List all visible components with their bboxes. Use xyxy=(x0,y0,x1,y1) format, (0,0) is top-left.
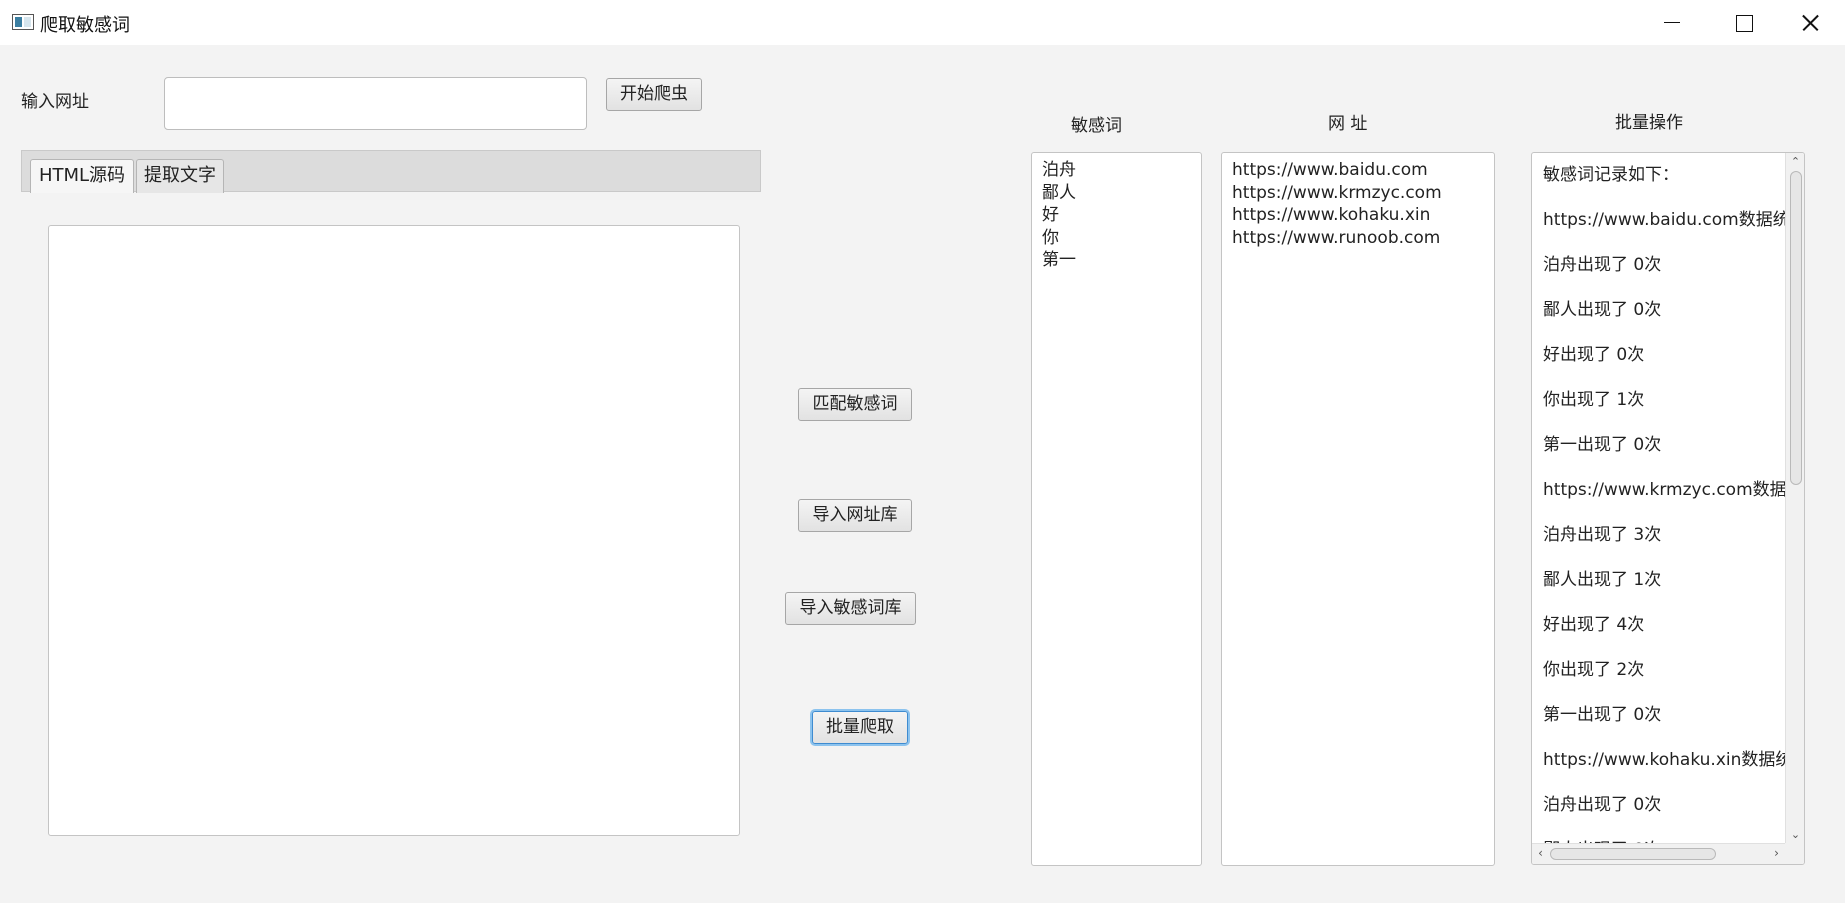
horizontal-scrollbar[interactable]: ‹ › xyxy=(1532,843,1785,864)
record-line: 鄙人出现了 0次 xyxy=(1543,835,1661,843)
records-content: 敏感词记录如下： https://www.baidu.com数据统计 泊舟出现了… xyxy=(1532,153,1785,843)
window-title: 爬取敏感词 xyxy=(40,15,130,36)
list-item[interactable]: 鄙人 xyxy=(1032,182,1201,205)
record-line: 你出现了 1次 xyxy=(1543,390,1645,410)
record-line: 泊舟出现了 0次 xyxy=(1543,795,1662,815)
url-input[interactable] xyxy=(164,77,587,130)
vertical-scroll-thumb[interactable] xyxy=(1790,171,1802,485)
minimize-button[interactable] xyxy=(1635,0,1707,45)
batch-column-header: 批量操作 xyxy=(1615,113,1683,133)
scroll-left-icon[interactable]: ‹ xyxy=(1535,847,1546,859)
scroll-down-icon[interactable]: ⌄ xyxy=(1790,829,1801,840)
record-line: 鄙人出现了 0次 xyxy=(1543,300,1662,320)
record-line: 鄙人出现了 1次 xyxy=(1543,570,1662,590)
urls-list[interactable]: https://www.baidu.com https://www.krmzyc… xyxy=(1221,152,1495,866)
app-icon xyxy=(12,14,34,30)
record-line: 好出现了 0次 xyxy=(1543,345,1645,365)
record-line: https://www.krmzyc.com数据统计 xyxy=(1543,480,1785,500)
record-line: 好出现了 4次 xyxy=(1543,615,1645,635)
horizontal-scroll-thumb[interactable] xyxy=(1550,848,1716,860)
record-line: 第一出现了 0次 xyxy=(1543,435,1662,455)
scroll-right-icon[interactable]: › xyxy=(1771,847,1782,859)
record-line: 泊舟出现了 0次 xyxy=(1543,255,1662,275)
list-item[interactable]: 第一 xyxy=(1032,249,1201,272)
match-words-button[interactable]: 匹配敏感词 xyxy=(798,388,912,421)
scrollbar-corner xyxy=(1785,843,1804,864)
tab-extract-text[interactable]: 提取文字 xyxy=(136,159,224,193)
title-bar: 爬取敏感词 xyxy=(0,0,1845,45)
app-window: 爬取敏感词 输入网址 开始爬虫 HTML源码 提取文字 匹配敏感词 导入网址库 … xyxy=(0,0,1845,903)
record-line: 第一出现了 0次 xyxy=(1543,705,1662,725)
list-item[interactable]: 你 xyxy=(1032,227,1201,250)
vertical-scrollbar[interactable]: ⌃ ⌄ xyxy=(1785,153,1804,843)
scroll-up-icon[interactable]: ⌃ xyxy=(1790,156,1801,167)
words-list[interactable]: 泊舟 鄙人 好 你 第一 xyxy=(1031,152,1202,866)
url-input-label: 输入网址 xyxy=(21,92,89,112)
start-crawl-button[interactable]: 开始爬虫 xyxy=(606,78,702,111)
record-line: https://www.kohaku.xin数据统计 xyxy=(1543,750,1785,770)
batch-crawl-button[interactable]: 批量爬取 xyxy=(812,711,908,744)
tab-header: HTML源码 提取文字 xyxy=(21,150,761,193)
record-line: 你出现了 2次 xyxy=(1543,660,1645,680)
list-item[interactable]: https://www.runoob.com xyxy=(1222,227,1494,250)
record-line: https://www.baidu.com数据统计 xyxy=(1543,210,1785,230)
html-source-textarea[interactable] xyxy=(48,225,740,836)
list-item[interactable]: https://www.baidu.com xyxy=(1222,159,1494,182)
maximize-button[interactable] xyxy=(1707,0,1779,45)
close-button[interactable] xyxy=(1773,0,1845,45)
tab-html-source[interactable]: HTML源码 xyxy=(30,159,134,193)
record-line: 泊舟出现了 3次 xyxy=(1543,525,1662,545)
urls-column-header: 网 址 xyxy=(1328,114,1368,134)
list-item[interactable]: https://www.kohaku.xin xyxy=(1222,204,1494,227)
list-item[interactable]: https://www.krmzyc.com xyxy=(1222,182,1494,205)
import-words-button[interactable]: 导入敏感词库 xyxy=(785,592,916,625)
list-item[interactable]: 好 xyxy=(1032,204,1201,227)
import-urls-button[interactable]: 导入网址库 xyxy=(798,499,912,532)
words-column-header: 敏感词 xyxy=(1071,116,1122,136)
batch-records-textarea[interactable]: 敏感词记录如下： https://www.baidu.com数据统计 泊舟出现了… xyxy=(1531,152,1805,865)
record-line: 敏感词记录如下： xyxy=(1543,165,1679,185)
list-item[interactable]: 泊舟 xyxy=(1032,159,1201,182)
